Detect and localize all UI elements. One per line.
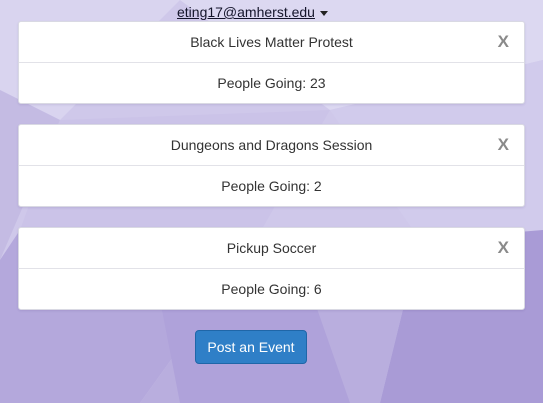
post-event-button[interactable]: Post an Event xyxy=(195,330,307,364)
account-email[interactable]: eting17@amherst.edu xyxy=(177,4,315,20)
event-card-body: People Going: 23 xyxy=(19,63,524,103)
people-going: People Going: 23 xyxy=(217,75,326,91)
people-going: People Going: 2 xyxy=(221,178,322,194)
event-card-body: People Going: 6 xyxy=(19,269,524,309)
close-icon[interactable]: X xyxy=(498,238,509,258)
event-title: Pickup Soccer xyxy=(226,240,317,256)
people-going: People Going: 6 xyxy=(221,281,322,297)
account-menu[interactable]: eting17@amherst.edu xyxy=(177,3,328,21)
event-card-header: Black Lives Matter Protest X xyxy=(19,22,524,63)
event-title: Black Lives Matter Protest xyxy=(190,34,353,50)
event-title: Dungeons and Dragons Session xyxy=(170,137,373,153)
event-card-header: Pickup Soccer X xyxy=(19,228,524,269)
event-card: Pickup Soccer X People Going: 6 xyxy=(18,227,525,310)
caret-down-icon[interactable] xyxy=(319,10,328,16)
close-icon[interactable]: X xyxy=(498,32,509,52)
event-card-header: Dungeons and Dragons Session X xyxy=(19,125,524,166)
event-card-body: People Going: 2 xyxy=(19,166,524,206)
event-card: Dungeons and Dragons Session X People Go… xyxy=(18,124,525,207)
close-icon[interactable]: X xyxy=(498,135,509,155)
event-card: Black Lives Matter Protest X People Goin… xyxy=(18,21,525,104)
